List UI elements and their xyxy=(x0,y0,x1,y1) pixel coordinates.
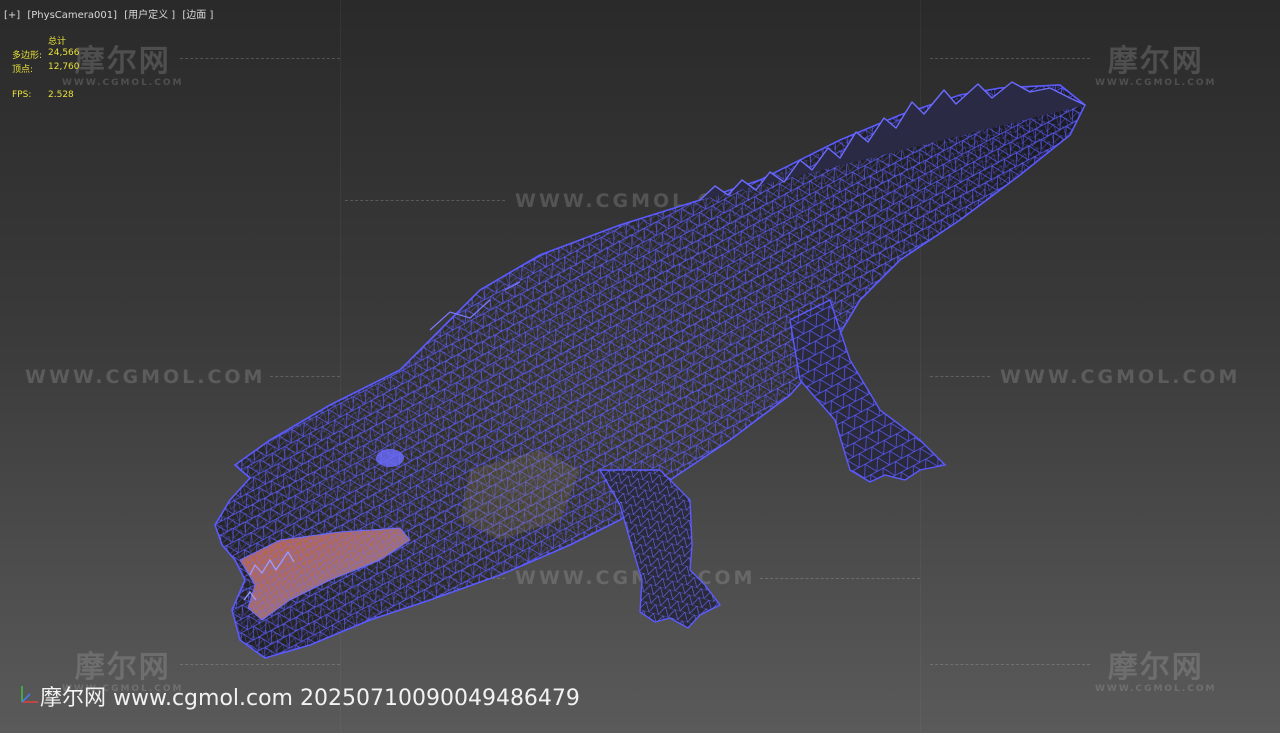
viewport-statistics: 总计 多边形: 24,566 顶点: 12,760 FPS: 2.528 xyxy=(12,34,132,104)
bottom-watermark: 摩尔网 www.cgmol.com 20250710090049486479 xyxy=(40,686,580,711)
3d-viewport[interactable]: 摩尔网 WWW.CGMOL.COM 摩尔网 WWW.CGMOL.COM 摩尔网 WWW… xyxy=(0,0,1280,733)
viewport-label: [+] [PhysCamera001] [用户定义 ] [边面 ] xyxy=(4,6,217,21)
viewport-menu-plus[interactable]: [+] xyxy=(4,10,20,21)
vertices-label: 顶点: xyxy=(12,65,34,75)
viewport-display-menu[interactable]: [边面 ] xyxy=(182,10,213,21)
polygons-value: 24,566 xyxy=(48,48,80,58)
fps-label: FPS: xyxy=(12,90,32,100)
viewport-shading-menu[interactable]: [用户定义 ] xyxy=(124,10,175,21)
vertices-value: 12,760 xyxy=(48,62,80,72)
viewport-camera-menu[interactable]: [PhysCamera001] xyxy=(27,10,117,21)
polygons-label: 多边形: xyxy=(12,51,43,61)
stats-header: 总计 xyxy=(48,37,67,47)
crocodile-wireframe-model[interactable] xyxy=(0,0,1280,733)
axis-gizmo-icon xyxy=(21,686,38,703)
fps-value: 2.528 xyxy=(48,90,74,100)
